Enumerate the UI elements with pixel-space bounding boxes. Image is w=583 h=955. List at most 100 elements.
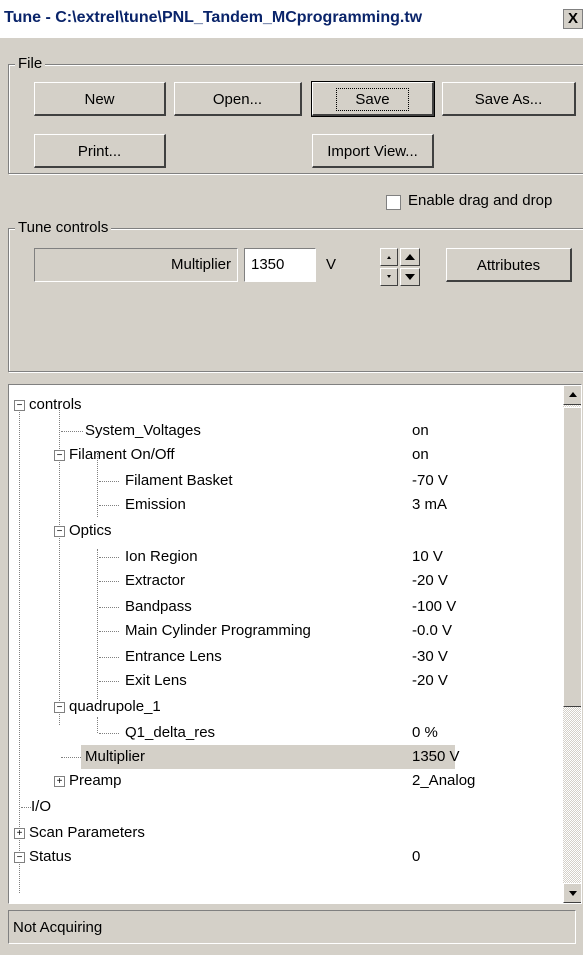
down-arrow-icon	[569, 891, 577, 896]
small-down-arrow-icon	[387, 275, 391, 278]
up-arrow-icon	[569, 392, 577, 397]
collapse-icon[interactable]: −	[54, 450, 65, 461]
tree-row[interactable]: Extractor -20 V	[9, 569, 561, 593]
status-text: Not Acquiring	[13, 919, 103, 936]
collapse-icon[interactable]: −	[14, 400, 25, 411]
tree-row[interactable]: Ion Region 10 V	[9, 545, 561, 569]
tree-row[interactable]: Q1_delta_res 0 %	[9, 721, 561, 745]
tree-row-value: -20 V	[412, 572, 448, 589]
tree-line	[99, 657, 119, 658]
tree-row-value: on	[412, 446, 429, 463]
tree-row[interactable]: Emission 3 mA	[9, 493, 561, 517]
small-step-down-button[interactable]	[380, 268, 398, 286]
enable-drag-label[interactable]: Enable drag and drop	[408, 192, 552, 209]
tree-row-value: 0	[412, 848, 421, 865]
tree-row[interactable]: − controls	[9, 393, 561, 417]
controls-tree[interactable]: − controls System_Voltages on − Filament…	[8, 384, 582, 904]
large-step-down-button[interactable]	[400, 268, 420, 286]
tree-row[interactable]: Entrance Lens -30 V	[9, 645, 561, 669]
tree-row-label: Bandpass	[125, 598, 192, 615]
title-bar: Tune - C:\extrel\tune\PNL_Tandem_MCprogr…	[0, 0, 583, 38]
tree-line	[99, 733, 119, 734]
small-step-up-button[interactable]	[380, 248, 398, 266]
tree-row-value: on	[412, 422, 429, 439]
tree-row-value: -30 V	[412, 648, 448, 665]
new-button[interactable]: New	[34, 82, 166, 116]
value-input[interactable]: 1350	[244, 248, 316, 282]
tree-row[interactable]: − Optics	[9, 519, 561, 543]
tree-scrollbar[interactable]	[563, 385, 581, 903]
import-view-button-label: Import View...	[327, 143, 418, 160]
save-button[interactable]: Save	[311, 81, 435, 117]
collapse-icon[interactable]: −	[14, 852, 25, 863]
enable-drag-checkbox[interactable]	[386, 195, 401, 210]
tree-row[interactable]: System_Voltages on	[9, 419, 561, 443]
tree-row[interactable]: Filament Basket -70 V	[9, 469, 561, 493]
tree-row-value: -0.0 V	[412, 622, 453, 639]
tree-row-label: System_Voltages	[85, 422, 201, 439]
tree-row-value: -20 V	[412, 672, 448, 689]
tree-row-label: Optics	[69, 522, 112, 539]
attributes-button[interactable]: Attributes	[446, 248, 572, 282]
scroll-down-button[interactable]	[563, 883, 581, 903]
tree-row-label: Status	[29, 848, 72, 865]
expand-icon[interactable]: +	[14, 828, 25, 839]
tree-line	[99, 681, 119, 682]
tree-row-label: controls	[29, 396, 82, 413]
scroll-thumb[interactable]	[563, 407, 581, 707]
import-view-button[interactable]: Import View...	[312, 134, 434, 168]
window-title: Tune - C:\extrel\tune\PNL_Tandem_MCprogr…	[4, 9, 423, 26]
expand-icon[interactable]: +	[54, 776, 65, 787]
tree-row-value: 2_Analog	[412, 772, 476, 789]
up-arrow-icon	[405, 254, 415, 260]
open-button-label: Open...	[212, 91, 263, 108]
tree-row[interactable]: Bandpass -100 V	[9, 595, 561, 619]
close-button[interactable]: X	[563, 9, 583, 29]
tree-row-label: Scan Parameters	[29, 824, 145, 841]
tree-row-value: 10 V	[412, 548, 443, 565]
tree-row[interactable]: + Preamp 2_Analog	[9, 769, 561, 793]
tree-row-value: -100 V	[412, 598, 457, 615]
tree-row-label: Extractor	[125, 572, 186, 589]
tree-row[interactable]: + Scan Parameters	[9, 821, 561, 845]
tree-row-selected[interactable]: Multiplier 1350 V	[81, 745, 460, 769]
tree-row-label: Filament On/Off	[69, 446, 175, 463]
tree-line	[99, 481, 119, 482]
tree-line	[99, 557, 119, 558]
unit-label: V	[326, 256, 337, 273]
tree-row[interactable]: − quadrupole_1	[9, 695, 561, 719]
down-arrow-icon	[405, 274, 415, 280]
print-button-label: Print...	[77, 143, 122, 160]
tree-row[interactable]: Exit Lens -20 V	[9, 669, 561, 693]
tree-row[interactable]: − Filament On/Off on	[9, 443, 561, 467]
status-bar: Not Acquiring	[8, 910, 576, 944]
attributes-button-label: Attributes	[476, 257, 541, 274]
tree-line	[99, 505, 119, 506]
collapse-icon[interactable]: −	[54, 702, 65, 713]
tree-row[interactable]: I/O	[9, 795, 561, 819]
tree-row-value: 0 %	[412, 724, 438, 741]
collapse-icon[interactable]: −	[54, 526, 65, 537]
tree-row-value: 3 mA	[412, 496, 448, 513]
scroll-up-button[interactable]	[563, 385, 581, 405]
tree-line	[61, 757, 81, 758]
save-as-button[interactable]: Save As...	[442, 82, 576, 116]
save-button-label: Save	[336, 88, 409, 111]
tree-row-label: Filament Basket	[125, 472, 233, 489]
open-button[interactable]: Open...	[174, 82, 302, 116]
tree-row-value: 1350 V	[412, 748, 460, 765]
tree-row-value: -70 V	[412, 472, 448, 489]
control-name-text: Multiplier	[170, 256, 231, 273]
small-up-arrow-icon	[387, 256, 391, 259]
tune-controls-legend: Tune controls	[15, 219, 112, 236]
tree-row[interactable]: − Status 0	[9, 845, 561, 869]
tree-line	[99, 607, 119, 608]
tree-line	[99, 581, 119, 582]
tree-line	[61, 431, 83, 432]
new-button-label: New	[84, 91, 115, 108]
large-step-up-button[interactable]	[400, 248, 420, 266]
tree-row[interactable]: Main Cylinder Programming -0.0 V	[9, 619, 561, 643]
print-button[interactable]: Print...	[34, 134, 166, 168]
tree-row-label: Ion Region	[125, 548, 198, 565]
tree-row-label: Emission	[125, 496, 186, 513]
